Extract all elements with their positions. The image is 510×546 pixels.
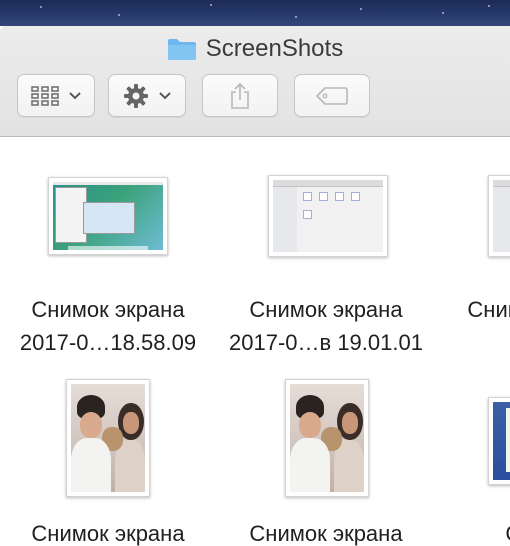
file-thumbnail <box>285 379 369 497</box>
file-name: Снимок экрана <box>0 517 216 546</box>
file-name-line1: Снимок <box>436 517 510 546</box>
file-name-line2: 2017-0…в 19.01.01 <box>229 330 423 355</box>
file-item[interactable]: Снимок экрана 2017-0 <box>436 137 510 367</box>
icon-grid-view-icon <box>31 85 59 106</box>
tag-icon <box>316 86 348 105</box>
star <box>210 4 212 6</box>
desktop-background <box>0 0 510 26</box>
window-title-text: ScreenShots <box>205 35 344 62</box>
finder-titlebar: ScreenShots <box>0 26 510 137</box>
chevron-down-icon <box>159 91 171 99</box>
file-thumbnail <box>488 397 510 485</box>
star <box>295 16 297 18</box>
star <box>118 14 120 16</box>
file-name-line1: Снимок экрана <box>249 297 403 322</box>
file-item[interactable]: Снимок экрана 2017-0…18.58.09 <box>0 137 216 367</box>
window-title: ScreenShots <box>0 34 510 64</box>
share-button[interactable] <box>202 74 278 117</box>
folder-icon <box>167 38 196 60</box>
chevron-down-icon <box>69 91 81 99</box>
star <box>488 5 490 7</box>
star <box>40 6 42 8</box>
gear-icon <box>124 83 148 108</box>
file-name-line1: Снимок экрана <box>31 297 185 322</box>
file-name-line2: 2017-0…18.58.09 <box>19 330 197 355</box>
file-name: Снимок экрана 2017-0…в 19.01.01 <box>218 293 434 359</box>
file-name: Снимок <box>436 517 510 546</box>
file-name-line2: 2017-0 <box>436 326 510 359</box>
view-options-button[interactable] <box>17 74 95 117</box>
file-name-line1: Снимок экрана <box>31 521 185 546</box>
file-name: Снимок экрана 2017-0…18.58.09 <box>0 293 216 359</box>
file-item[interactable]: Снимок экрана <box>0 367 216 546</box>
file-thumbnail <box>66 379 150 497</box>
file-icon-grid: Снимок экрана 2017-0…18.58.09 Снимок экр… <box>0 137 510 546</box>
share-icon <box>231 82 249 109</box>
file-item[interactable]: Снимок экрана 2017-0…в 19.01.01 <box>218 137 434 367</box>
star <box>360 8 362 10</box>
file-thumbnail <box>488 175 510 257</box>
file-name-line1: Снимок экрана <box>467 297 510 322</box>
tag-button[interactable] <box>294 74 370 117</box>
action-menu-button[interactable] <box>108 74 186 117</box>
file-name: Снимок экрана 2017-0 <box>436 293 510 359</box>
file-item[interactable]: Снимок <box>436 367 510 546</box>
file-thumbnail <box>48 177 168 255</box>
star <box>442 12 444 14</box>
file-name: Снимок экрана <box>218 517 434 546</box>
file-item[interactable]: Снимок экрана <box>218 367 434 546</box>
file-name-line1: Снимок экрана <box>249 521 403 546</box>
file-thumbnail <box>268 175 388 257</box>
